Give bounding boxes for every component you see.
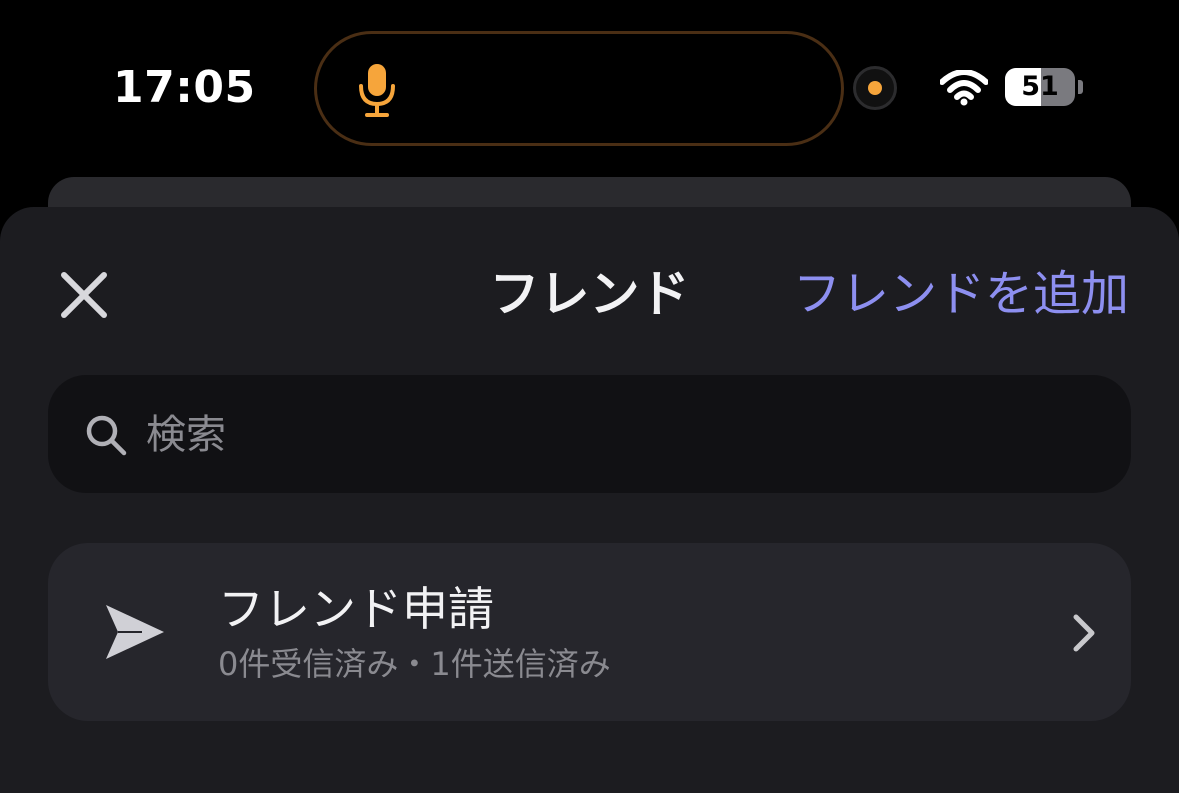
chevron-right-icon [1073,614,1095,652]
search-bar[interactable] [48,375,1131,493]
battery-cap [1078,80,1083,94]
add-friend-button[interactable]: フレンドを追加 [793,259,1129,329]
camera-indicator [853,66,897,110]
friend-requests-title: フレンド申請 [218,582,494,636]
battery-level: 51 [1021,71,1059,102]
dynamic-island[interactable] [314,31,844,146]
friends-sheet: フレンド フレンドを追加 フレンド申請 0件受信済み・1件送信済み [0,207,1179,793]
search-icon [86,415,127,456]
search-input[interactable] [144,399,1098,471]
microphone-icon [359,64,395,117]
screen: 17:05 51 フレンド フレンドを追加 検索 フレンド申請 0件受信済み・1… [0,0,1179,793]
battery-icon: 51 [1005,68,1075,106]
status-time: 17:05 [113,62,256,113]
friend-requests-counts: 0件受信済み・1件送信済み [218,645,611,683]
wifi-icon [940,70,988,106]
friend-requests-row[interactable]: フレンド申請 0件受信済み・1件送信済み [48,543,1131,721]
send-icon [106,605,164,659]
